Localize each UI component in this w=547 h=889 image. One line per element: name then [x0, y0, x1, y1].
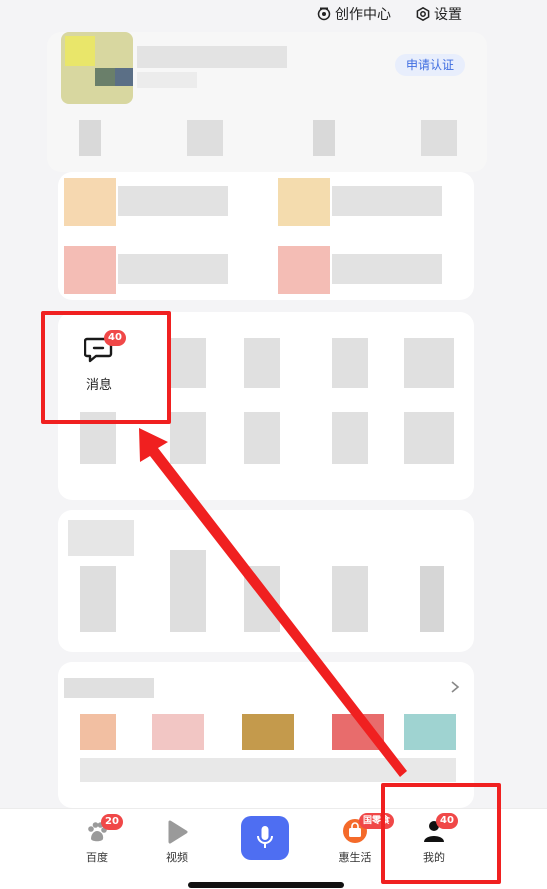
- nav-label: 视频: [166, 851, 188, 864]
- nav-tab-baidu[interactable]: 20 百度: [57, 809, 137, 889]
- nav-label: 百度: [86, 851, 108, 864]
- nav-tab-video[interactable]: 视频: [137, 809, 217, 889]
- home-indicator: [188, 882, 344, 888]
- highlight-frame-mine: [381, 783, 501, 884]
- baidu-badge: 20: [101, 814, 123, 830]
- annotation-arrow: [139, 428, 407, 777]
- microphone-icon: [257, 826, 273, 848]
- play-icon: [168, 820, 188, 844]
- voice-search-button[interactable]: [234, 809, 314, 889]
